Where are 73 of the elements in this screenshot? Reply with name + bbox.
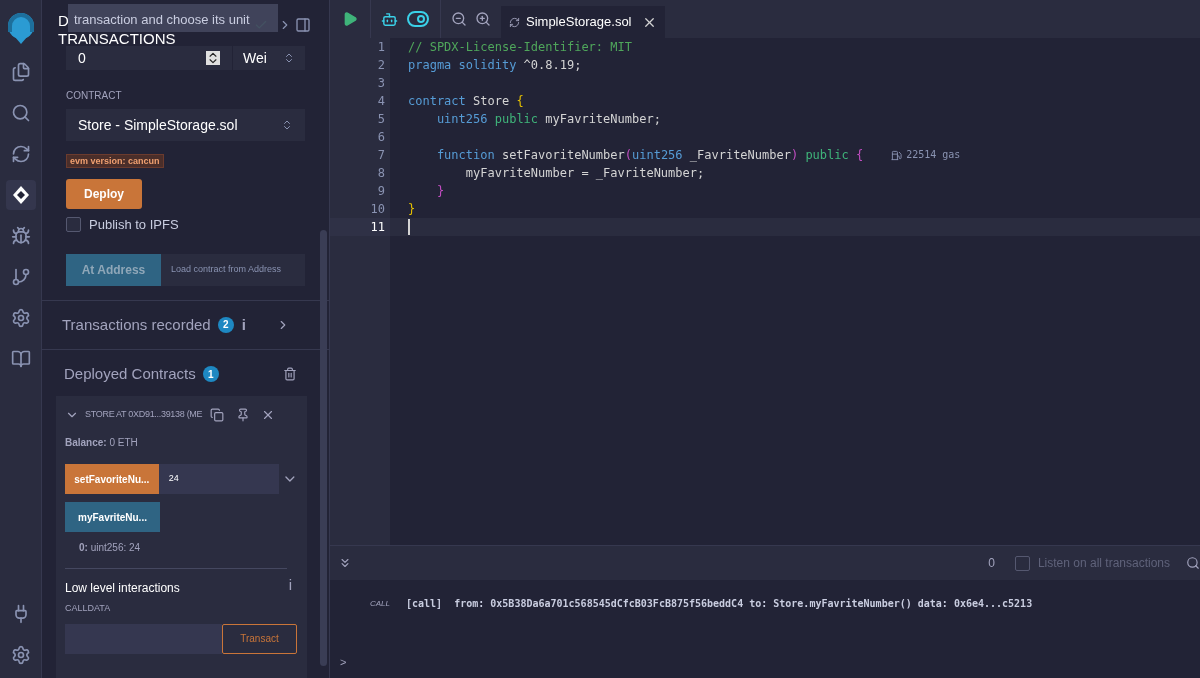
value-field[interactable]: 0 — [66, 46, 232, 70]
calldata-field[interactable] — [65, 623, 222, 654]
tooltip: transaction and choose its unit — [68, 4, 278, 32]
checkbox-label: Publish to IPFS — [89, 216, 179, 234]
text-cursor — [408, 219, 410, 235]
argument-field[interactable]: 24 — [158, 464, 280, 494]
code-line: myFavriteNumber = _FavriteNumber; — [464, 165, 705, 182]
fuel-icon — [891, 149, 903, 161]
address-field[interactable]: Load contract from Address — [161, 253, 305, 286]
line-number: 9 — [376, 183, 386, 200]
code-line: function setFavoriteNumber(uint256 _FavriteNumber) public { — [435, 147, 864, 164]
updown-icon — [281, 119, 293, 131]
line-number: 7 — [376, 147, 386, 164]
code-line: pragma solidity ^0.8.19; — [408, 57, 582, 74]
result-text: 0: uint256: 24 — [79, 541, 142, 555]
code-line: contract Store { — [408, 93, 524, 110]
section-title: Low level interactions — [65, 580, 180, 597]
panel-icon[interactable] — [295, 17, 311, 33]
run-icon[interactable] — [342, 11, 358, 27]
contract-value: Store - SimpleStorage.sol — [78, 115, 238, 135]
info-icon[interactable]: i — [288, 574, 292, 597]
section-title: Transactions recorded — [62, 314, 211, 335]
line-number: 6 — [376, 129, 386, 146]
line-number: 4 — [376, 93, 386, 110]
section-title: Deployed Contracts — [64, 363, 196, 384]
line-number: 2 — [376, 57, 386, 74]
checkbox-label: Listen on all transactions — [1037, 555, 1170, 572]
spinner-icon[interactable] — [206, 51, 220, 65]
count-badge: 2 — [217, 316, 234, 333]
updown-icon — [283, 52, 295, 64]
zoom-in-icon[interactable] — [475, 11, 491, 27]
log-tag: CALL — [370, 597, 390, 610]
line-number: 11 — [330, 218, 390, 236]
info-icon[interactable]: i — [241, 313, 246, 336]
balance-text: Balance: 0 ETH — [65, 436, 139, 450]
line-number: 5 — [376, 111, 386, 128]
code-line: // SPDX-License-Identifier: MIT — [408, 39, 632, 56]
file-tab[interactable]: SimpleStorage.sol — [501, 6, 665, 38]
line-number: 1 — [376, 39, 386, 56]
scrollbar[interactable] — [320, 230, 327, 666]
pending-count: 0 — [988, 555, 995, 572]
unit-select[interactable]: Wei — [233, 46, 305, 70]
contract-select[interactable]: Store - SimpleStorage.sol — [66, 109, 305, 141]
deploy-button[interactable]: Deploy — [66, 179, 142, 209]
function-button[interactable]: setFavoriteNu... — [65, 464, 159, 494]
copy-icon[interactable] — [210, 408, 225, 422]
code-line: } — [435, 183, 445, 200]
search-icon[interactable] — [1186, 556, 1200, 570]
trash-icon[interactable] — [283, 367, 297, 381]
gas-estimate: 22514 gas — [906, 148, 961, 162]
line-number: 10 — [369, 201, 386, 218]
line-number: 8 — [376, 165, 386, 182]
unit-value: Wei — [243, 48, 267, 68]
terminal-prompt: > — [340, 654, 348, 670]
panel-title: D — [58, 12, 69, 30]
evm-badge: evm version: cancun — [66, 154, 164, 168]
code-line: } — [408, 201, 416, 218]
field-label: CALLDATA — [65, 602, 112, 615]
checkbox[interactable] — [66, 217, 81, 233]
code-line: uint256 public myFavriteNumber; — [435, 111, 661, 128]
collapse-icon[interactable] — [338, 556, 352, 570]
instance-title[interactable]: STORE AT 0XD91...39138 (ME — [85, 408, 203, 422]
pin-icon[interactable] — [236, 408, 251, 422]
function-button[interactable]: myFavriteNu... — [65, 502, 160, 532]
checkbox[interactable] — [1014, 555, 1030, 571]
robot-icon[interactable] — [381, 10, 398, 28]
count-badge: 1 — [202, 366, 219, 382]
log-entry: [call] from: 0x5B38Da6a701c568545dCfcB03FcB875f56beddC4 to: Store.myFavriteNumber() data: 0x6e4...c5213 — [406, 597, 1033, 611]
line-number: 3 — [376, 75, 386, 92]
zoom-out-icon[interactable] — [451, 11, 467, 27]
field-label: CONTRACT — [66, 89, 123, 103]
panel-title: TRANSACTIONS — [58, 30, 176, 48]
transact-button[interactable]: Transact — [222, 623, 297, 654]
